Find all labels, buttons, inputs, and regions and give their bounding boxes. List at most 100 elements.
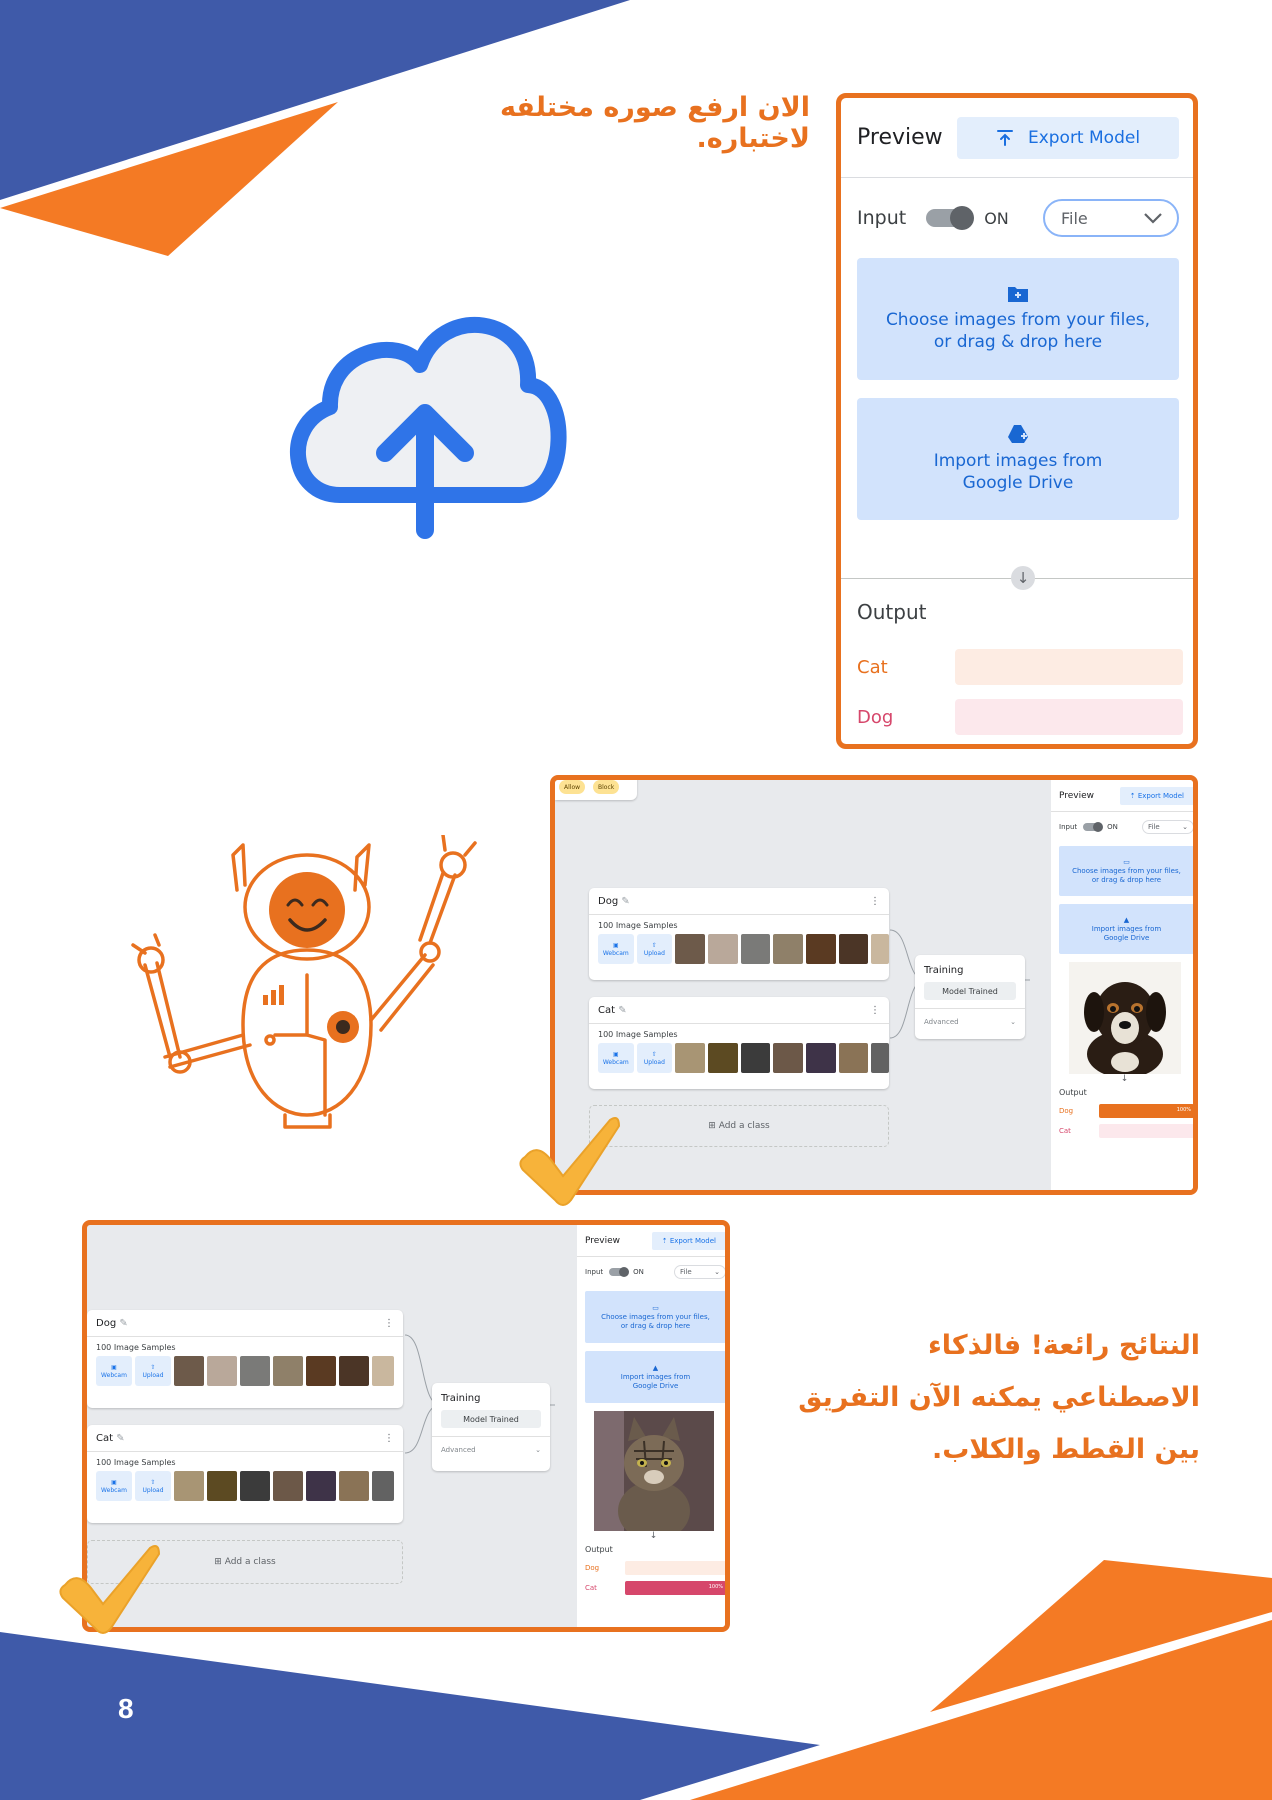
export-model-button[interactable]: Export Model [957,116,1179,159]
mini-output-bar-dog: 100% [1099,1104,1193,1118]
export-model-label: Export Model [1027,127,1141,148]
mini-export-button[interactable]: ⇡ Export Model [1119,786,1193,805]
sample-thumbnail [339,1356,369,1386]
upload-button[interactable]: ⇧ Upload [135,1356,171,1386]
sample-thumbnail [838,934,869,964]
advanced-toggle[interactable]: Advanced ⌄ [915,1008,1025,1034]
choose-files-line-2: or drag & drop here [933,332,1103,352]
training-title: Training [924,965,964,976]
more-vert-icon[interactable]: ⋮ [384,1433,394,1444]
sample-thumbnail [707,1043,738,1073]
arrow-down-icon: ↓ [1011,566,1035,590]
mini-output-title: Output [1059,1088,1087,1097]
add-class-button[interactable]: ⊞ Add a class [589,1105,889,1147]
page-number: 8 [118,1693,134,1724]
webcam-button[interactable]: ▣ Webcam [598,934,634,964]
input-toggle[interactable] [926,206,975,230]
input-source-select[interactable]: File [1043,199,1179,237]
sample-thumbnail [273,1356,303,1386]
output-row-cat: Cat [857,649,1183,685]
checkmark-icon [59,1545,161,1634]
mini-export-button[interactable]: ⇡ Export Model [651,1231,725,1250]
output-bar-dog [955,699,1183,735]
preview-title: Preview [857,125,943,150]
sample-thumbnail [273,1471,303,1501]
choose-files-dropzone[interactable]: Choose images from your files, or drag &… [857,258,1179,380]
output-bar-cat [955,649,1183,685]
sample-thumbnail [675,1043,705,1073]
mini-preview-title: Preview [1059,790,1095,801]
mini-choose-files[interactable]: ▭ Choose images from your files, or drag… [1059,846,1193,896]
mini-choose-files[interactable]: ▭ Choose images from your files, or drag… [585,1291,725,1343]
sample-thumbnail [805,1043,836,1073]
sample-thumbnail [773,1043,803,1073]
sample-thumbnail [871,1043,890,1073]
webcam-button[interactable]: ▣ Webcam [96,1356,132,1386]
preview-header: Preview Export Model [841,98,1193,178]
sample-thumbnail [740,934,771,964]
folder-icon: ▭ [1123,857,1130,866]
preview-panel: Preview Export Model Input ON File Choos… [836,93,1198,749]
output-label-cat: Cat [857,656,888,678]
mini-input-toggle[interactable] [609,1267,630,1277]
mini-output-row-cat: Cat 100% [577,1578,725,1598]
model-trained-button[interactable]: Model Trained [441,1410,541,1428]
output-row-dog: Dog [857,699,1183,735]
class-card-dog: Dog ✎ ⋮ 100 Image Samples ▣ Webcam ⇧ Upload [589,888,890,980]
upload-icon: ⇧ [150,1478,156,1486]
robot-illustration [131,835,477,1129]
folder-icon: ▭ [652,1303,659,1312]
training-title: Training [441,1393,481,1404]
upload-button[interactable]: ⇧ Upload [636,934,673,964]
screenshot-dog-prediction: Allow Block Dog ✎ ⋮ 100 Image Samples ▣ We… [550,775,1198,1195]
class-card-dog: Dog ✎ ⋮ 100 Image Samples ▣ Webcam ⇧ Upload [87,1310,403,1408]
sample-row: ▣ Webcam ⇧ Upload [87,1356,403,1386]
mini-input-row: Input ON File ⌄ [1051,812,1193,842]
more-vert-icon[interactable]: ⋮ [870,896,880,907]
more-vert-icon[interactable]: ⋮ [870,1005,880,1016]
mini-import-drive[interactable]: ▲ Import images from Google Drive [1059,904,1193,954]
upload-button[interactable]: ⇧ Upload [636,1043,673,1073]
google-drive-import[interactable]: Import images from Google Drive [857,398,1179,520]
choose-files-line-1: Choose images from your files, [885,310,1151,330]
more-vert-icon[interactable]: ⋮ [384,1318,394,1329]
edit-pencil-icon: ✎ [116,1432,125,1444]
chevron-down-icon: ⌄ [714,1268,720,1276]
training-card: Training Model Trained Advanced ⌄ [432,1383,550,1471]
allow-chip[interactable]: Allow [559,780,586,794]
arrow-down-icon: ↓ [1120,1074,1129,1084]
class-card-cat: Cat ✎ ⋮ 100 Image Samples ▣ Webcam ⇧ Upload [87,1425,403,1523]
mini-file-select[interactable]: File ⌄ [674,1265,725,1279]
model-trained-button[interactable]: Model Trained [924,982,1016,1000]
mini-preview-header: Preview ⇡ Export Model [1051,780,1193,812]
class-card-cat: Cat ✎ ⋮ 100 Image Samples ▣ Webcam ⇧ Upload [589,997,890,1089]
class-name: Cat ✎ [598,1004,627,1016]
sample-thumbnail [174,1356,204,1386]
import-drive-line-2: Google Drive [962,473,1074,493]
mini-output-row-dog: Dog 100% [1051,1101,1193,1121]
heading-results-line-1: النتائج رائعة! فالذكاء [927,1330,1200,1361]
export-icon: ⇡ [661,1236,668,1245]
block-chip[interactable]: Block [593,780,620,794]
screenshot-cat-prediction: Dog ✎ ⋮ 100 Image Samples ▣ Webcam ⇧ Upload… [82,1220,730,1632]
edit-pencil-icon: ✎ [119,1317,128,1329]
sample-thumbnail [372,1356,394,1386]
mini-import-drive[interactable]: ▲ Import images from Google Drive [585,1351,725,1403]
sample-thumbnail [707,934,738,964]
heading-upload-test: الان ارفع صوره مختلفه لاختباره. [499,92,810,154]
mini-file-select[interactable]: File ⌄ [1142,820,1193,834]
upload-button[interactable]: ⇧ Upload [135,1471,171,1501]
sample-thumbnail [306,1356,336,1386]
google-drive-icon [1008,425,1028,443]
sample-thumbnail [240,1471,270,1501]
chevron-down-icon [1144,213,1162,224]
edit-pencil-icon: ✎ [618,1004,627,1016]
advanced-toggle[interactable]: Advanced ⌄ [432,1436,550,1462]
mini-output-row-dog: Dog [577,1558,725,1578]
upload-icon: ⇧ [150,1363,156,1371]
mini-preview-panel: Preview ⇡ Export Model Input ON File ⌄ ▭ … [577,1225,725,1627]
webcam-button[interactable]: ▣ Webcam [598,1043,634,1073]
input-source-value: File [1061,208,1088,228]
mini-input-toggle[interactable] [1083,822,1104,832]
webcam-button[interactable]: ▣ Webcam [96,1471,132,1501]
